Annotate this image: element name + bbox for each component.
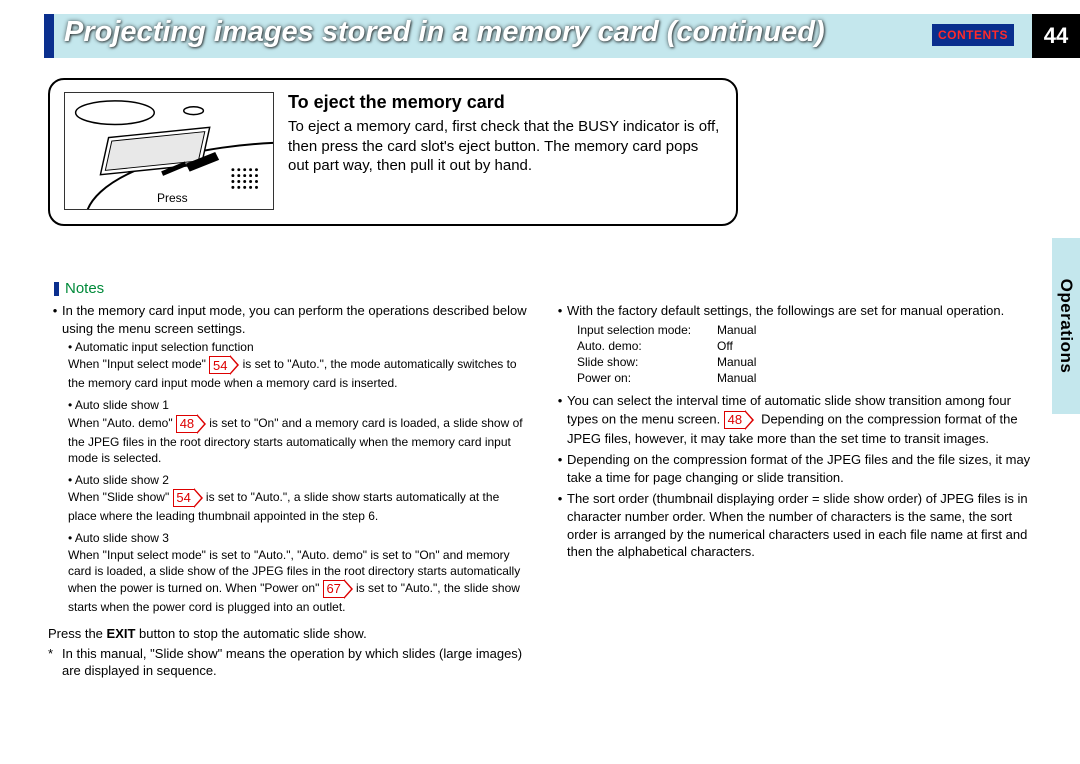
page-title: Projecting images stored in a memory car… xyxy=(64,16,825,49)
exit-button-label: EXIT xyxy=(107,626,136,641)
setting-key: Slide show: xyxy=(577,354,717,370)
section-tab-label: Operations xyxy=(1056,279,1076,374)
r3: Depending on the compression format of t… xyxy=(567,451,1034,486)
eject-illustration: Press xyxy=(64,92,274,210)
page-ref-48-b[interactable]: 48 xyxy=(724,410,754,430)
pageref-arrow-icon xyxy=(745,410,754,430)
notes-right-column: • With the factory default settings, the… xyxy=(553,302,1034,680)
setting-key: Auto. demo: xyxy=(577,338,717,354)
sub1-title: • Automatic input selection function xyxy=(68,339,529,355)
sub3-title: • Auto slide show 2 xyxy=(68,472,529,488)
sub2-title: • Auto slide show 1 xyxy=(68,397,529,413)
eject-heading: To eject the memory card xyxy=(288,92,722,113)
press-label: Press xyxy=(157,191,188,205)
default-settings-table: Input selection mode:Manual Auto. demo:O… xyxy=(577,322,1034,387)
setting-val: Manual xyxy=(717,322,756,338)
contents-button[interactable]: CONTENTS xyxy=(932,24,1014,46)
pageref-arrow-icon xyxy=(197,414,206,434)
page-ref-54[interactable]: 54 xyxy=(209,355,239,375)
page-number: 44 xyxy=(1032,14,1080,58)
page-ref-67[interactable]: 67 xyxy=(323,579,353,599)
bullet-icon: • xyxy=(553,392,567,447)
setting-val: Manual xyxy=(717,354,756,370)
asterisk-icon: * xyxy=(48,645,62,680)
page-ref-48[interactable]: 48 xyxy=(176,414,206,434)
bullet-icon: • xyxy=(553,451,567,486)
bullet-icon: • xyxy=(553,302,567,320)
r4: The sort order (thumbnail displaying ord… xyxy=(567,490,1034,560)
press-exit-line: Press the EXIT button to stop the automa… xyxy=(48,625,529,643)
sub4-title: • Auto slide show 3 xyxy=(68,530,529,546)
footnote: * In this manual, "Slide show" means the… xyxy=(48,645,529,680)
left-intro: In the memory card input mode, you can p… xyxy=(62,302,529,337)
sub2-body: When "Auto. demo" 48 is set to "On" and … xyxy=(68,414,529,466)
r2: You can select the interval time of auto… xyxy=(567,392,1034,447)
eject-text-block: To eject the memory card To eject a memo… xyxy=(274,92,722,212)
eject-card-callout: Press To eject the memory card To eject … xyxy=(48,78,738,226)
notes-label: Notes xyxy=(65,280,104,297)
r1: With the factory default settings, the f… xyxy=(567,302,1034,320)
setting-key: Power on: xyxy=(577,370,717,386)
sub3-body: When "Slide show" 54 is set to "Auto.", … xyxy=(68,488,529,524)
notes-bar-icon xyxy=(54,282,59,296)
setting-val: Off xyxy=(717,338,733,354)
setting-val: Manual xyxy=(717,370,756,386)
notes-columns: • In the memory card input mode, you can… xyxy=(48,302,1034,680)
eject-body: To eject a memory card, first check that… xyxy=(288,117,722,176)
bullet-icon: • xyxy=(553,490,567,560)
sub4-body: When "Input select mode" is set to "Auto… xyxy=(68,547,529,616)
sub1-body: When "Input select mode" 54 is set to "A… xyxy=(68,355,529,391)
bullet-icon: • xyxy=(48,302,62,337)
setting-key: Input selection mode: xyxy=(577,322,717,338)
page-ref-54-b[interactable]: 54 xyxy=(173,488,203,508)
section-tab-operations: Operations xyxy=(1052,238,1080,414)
pageref-arrow-icon xyxy=(194,488,203,508)
header-stripe xyxy=(44,14,54,58)
pageref-arrow-icon xyxy=(230,355,239,375)
notes-heading: Notes xyxy=(54,280,104,297)
pageref-arrow-icon xyxy=(344,579,353,599)
notes-left-column: • In the memory card input mode, you can… xyxy=(48,302,529,680)
